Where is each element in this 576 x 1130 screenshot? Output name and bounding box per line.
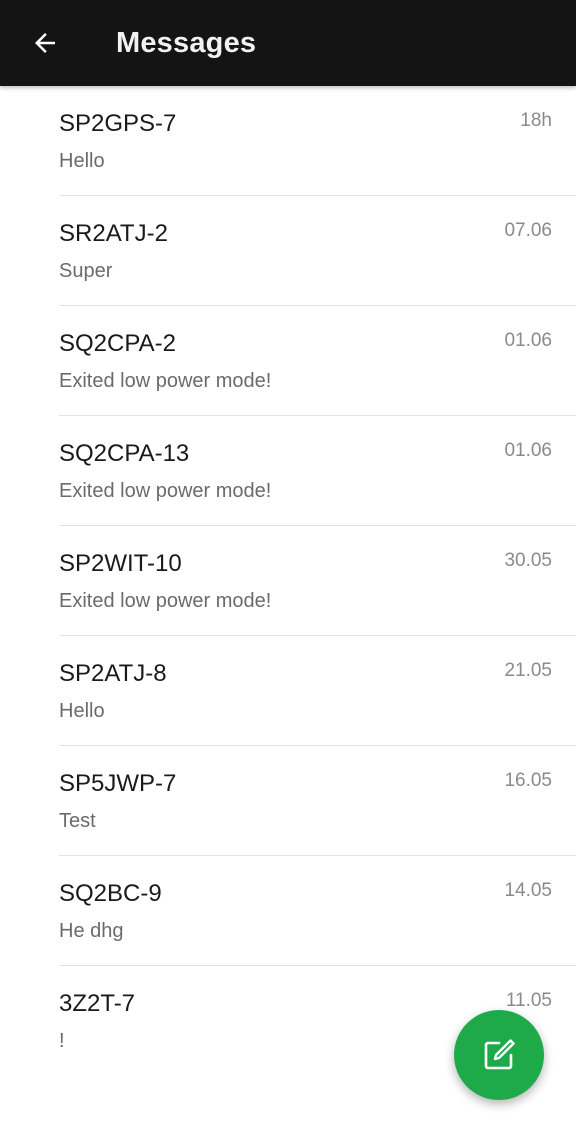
compose-icon: [484, 1039, 515, 1070]
message-list: SP2GPS-7 Hello 18h SR2ATJ-2 Super 07.06 …: [0, 86, 576, 1076]
message-callsign: SP5JWP-7: [59, 770, 177, 797]
message-time: 21.05: [504, 660, 552, 681]
message-callsign: SQ2CPA-2: [59, 330, 176, 357]
messages-screen: Messages SP2GPS-7 Hello 18h SR2ATJ-2 Sup…: [0, 0, 576, 1130]
message-time: 01.06: [504, 440, 552, 461]
message-preview: Test: [59, 810, 96, 832]
message-preview: Exited low power mode!: [59, 480, 272, 502]
message-time: 14.05: [504, 880, 552, 901]
compose-message-button[interactable]: [454, 1010, 544, 1100]
message-preview: Exited low power mode!: [59, 370, 272, 392]
page-title: Messages: [116, 27, 257, 59]
arrow-left-icon: [35, 33, 55, 53]
message-row[interactable]: SP5JWP-7 Test 16.05: [0, 746, 576, 856]
message-row[interactable]: SR2ATJ-2 Super 07.06: [0, 196, 576, 306]
message-callsign: SQ2BC-9: [59, 880, 162, 907]
message-preview: Hello: [59, 150, 105, 172]
app-bar: Messages: [0, 0, 576, 86]
message-row[interactable]: SQ2BC-9 He dhg 14.05: [0, 856, 576, 966]
message-callsign: SP2GPS-7: [59, 110, 177, 137]
message-time: 30.05: [504, 550, 552, 571]
message-time: 07.06: [504, 220, 552, 241]
message-time: 11.05: [505, 990, 552, 1011]
message-preview: Hello: [59, 700, 105, 722]
message-preview: Super: [59, 260, 113, 282]
message-row[interactable]: SQ2CPA-2 Exited low power mode! 01.06: [0, 306, 576, 416]
message-callsign: SQ2CPA-13: [59, 440, 190, 467]
message-preview: !: [59, 1030, 65, 1052]
back-button[interactable]: [18, 16, 72, 70]
message-callsign: 3Z2T-7: [59, 990, 136, 1017]
message-time: 18h: [520, 110, 552, 131]
message-row[interactable]: SQ2CPA-13 Exited low power mode! 01.06: [0, 416, 576, 526]
message-row[interactable]: SP2WIT-10 Exited low power mode! 30.05: [0, 526, 576, 636]
message-callsign: SP2ATJ-8: [59, 660, 167, 687]
message-callsign: SR2ATJ-2: [59, 220, 168, 247]
message-preview: He dhg: [59, 920, 124, 942]
message-time: 16.05: [504, 770, 552, 791]
message-preview: Exited low power mode!: [59, 590, 272, 612]
message-time: 01.06: [504, 330, 552, 351]
message-callsign: SP2WIT-10: [59, 550, 182, 577]
message-row[interactable]: SP2ATJ-8 Hello 21.05: [0, 636, 576, 746]
message-row[interactable]: SP2GPS-7 Hello 18h: [0, 86, 576, 196]
